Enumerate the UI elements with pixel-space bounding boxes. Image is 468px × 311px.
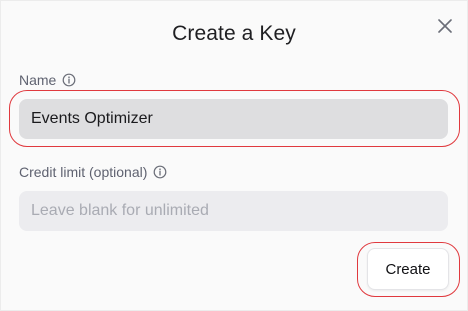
create-button[interactable]: Create xyxy=(367,248,449,290)
credit-limit-input[interactable]: Leave blank for unlimited xyxy=(19,191,448,231)
info-icon[interactable] xyxy=(62,73,76,87)
info-icon[interactable] xyxy=(153,165,167,179)
name-label-row: Name xyxy=(19,72,76,88)
credit-limit-label: Credit limit (optional) xyxy=(19,164,148,180)
create-key-dialog: Create a Key Name Events Optimizer Credi… xyxy=(0,0,468,311)
name-label: Name xyxy=(19,72,57,88)
dialog-title: Create a Key xyxy=(172,22,296,45)
credit-limit-placeholder: Leave blank for unlimited xyxy=(31,202,209,219)
close-icon xyxy=(438,19,452,33)
name-input-value: Events Optimizer xyxy=(31,110,153,127)
close-button[interactable] xyxy=(435,16,455,36)
name-input[interactable]: Events Optimizer xyxy=(19,99,448,139)
credit-limit-label-row: Credit limit (optional) xyxy=(19,164,167,180)
